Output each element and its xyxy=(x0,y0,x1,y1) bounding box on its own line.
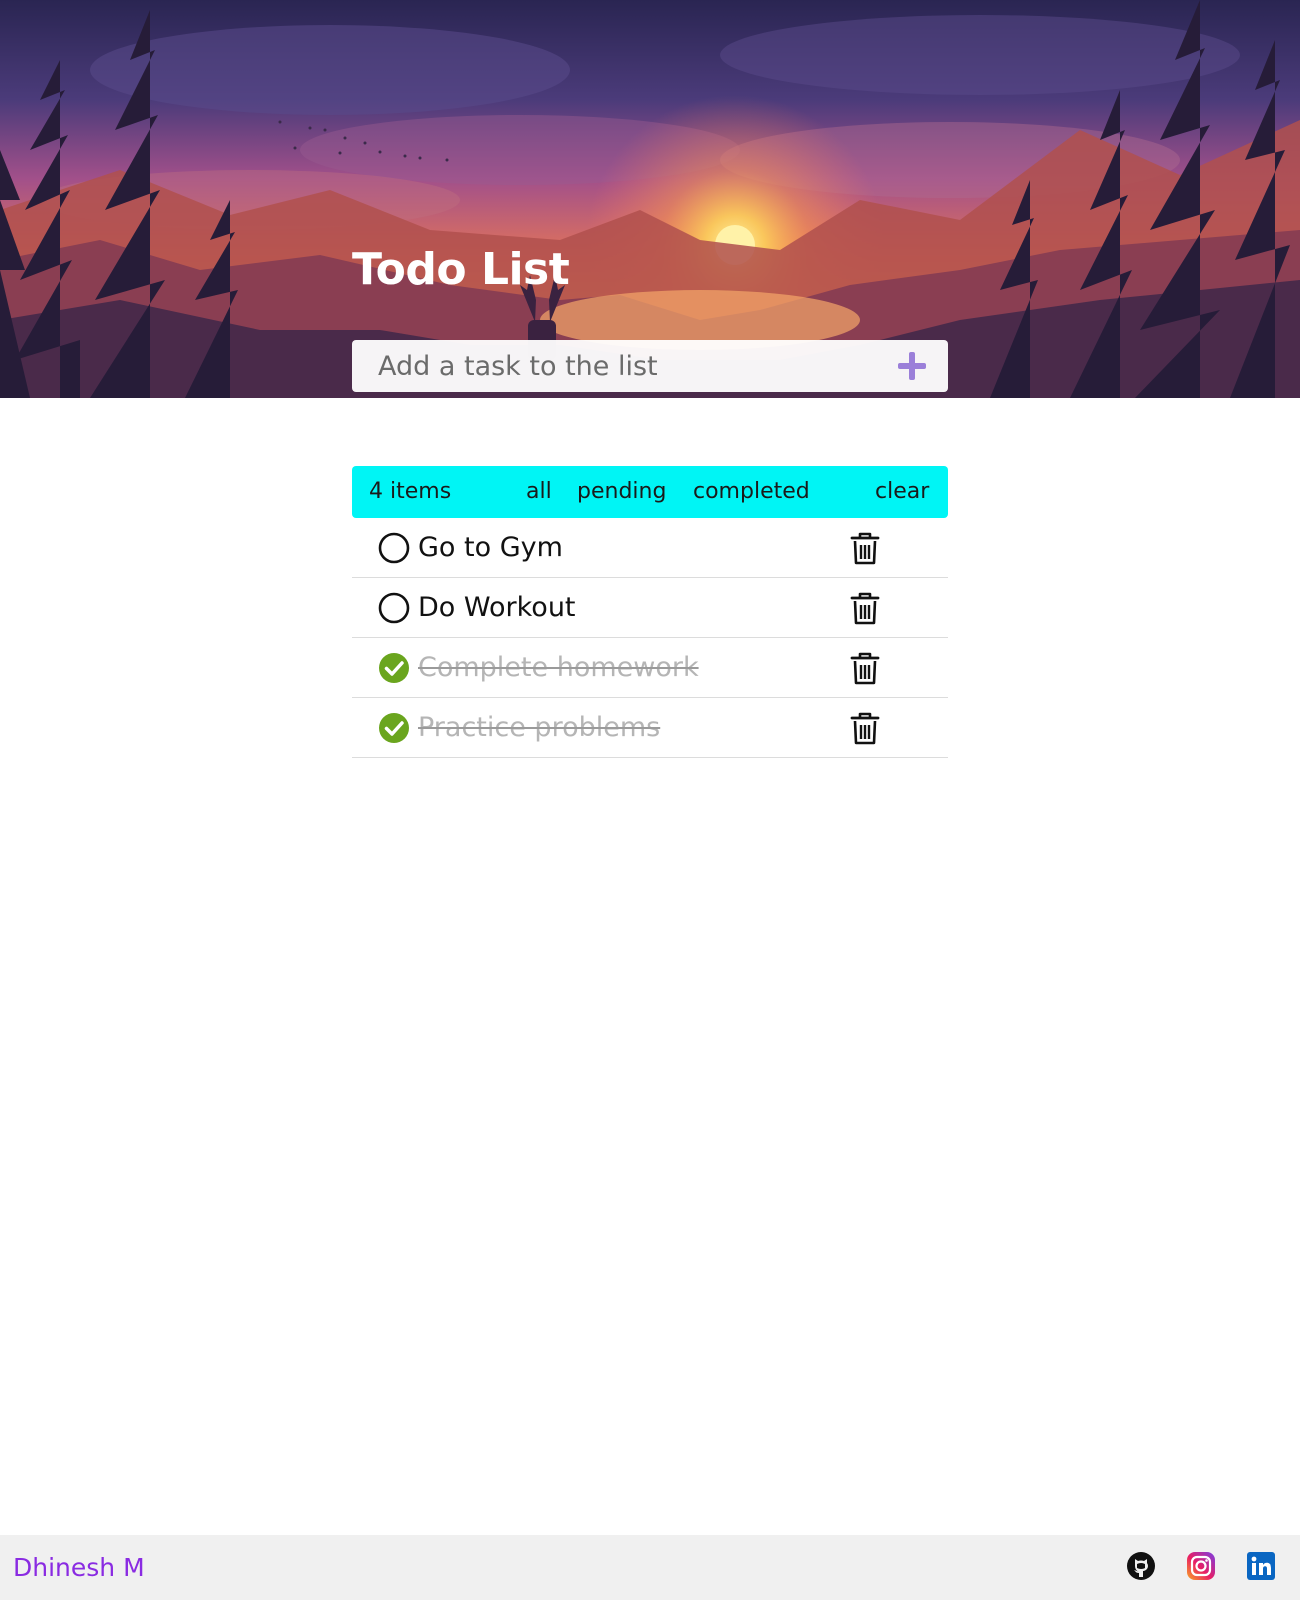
empty-circle-icon xyxy=(378,592,410,624)
add-task-bar xyxy=(352,340,948,392)
task-item: Go to Gym xyxy=(352,518,948,578)
linkedin-link[interactable] xyxy=(1246,1551,1276,1581)
landscape-background xyxy=(0,0,1300,398)
task-text: Do Workout xyxy=(418,592,576,623)
item-count: 4 items xyxy=(369,479,452,504)
filter-pending[interactable]: pending xyxy=(577,466,666,518)
task-checkbox[interactable] xyxy=(378,652,410,684)
add-task-button[interactable] xyxy=(884,340,940,392)
delete-task-button[interactable] xyxy=(850,712,880,745)
instagram-link[interactable] xyxy=(1186,1551,1216,1581)
trash-icon xyxy=(850,712,880,745)
task-item: Complete homework xyxy=(352,638,948,698)
linkedin-icon xyxy=(1247,1552,1275,1580)
filter-completed[interactable]: completed xyxy=(693,466,810,518)
check-circle-icon xyxy=(379,653,409,683)
task-text: Go to Gym xyxy=(418,532,563,563)
instagram-icon xyxy=(1187,1552,1215,1580)
add-task-input[interactable] xyxy=(352,340,852,392)
task-list: Go to Gym Do Workout Complete homework P… xyxy=(352,518,948,758)
check-circle-icon xyxy=(379,713,409,743)
task-text: Complete homework xyxy=(418,652,699,683)
page-title: Todo List xyxy=(352,244,570,295)
footer: Dhinesh M xyxy=(0,1535,1300,1600)
empty-circle-icon xyxy=(378,532,410,564)
trash-icon xyxy=(850,532,880,565)
delete-task-button[interactable] xyxy=(850,592,880,625)
plus-icon xyxy=(898,352,926,380)
trash-icon xyxy=(850,592,880,625)
github-link[interactable] xyxy=(1126,1551,1156,1581)
task-item: Practice problems xyxy=(352,698,948,758)
delete-task-button[interactable] xyxy=(850,652,880,685)
task-checkbox[interactable] xyxy=(378,592,410,624)
github-icon xyxy=(1127,1552,1155,1580)
task-checkbox[interactable] xyxy=(378,532,410,564)
trash-icon xyxy=(850,652,880,685)
task-checkbox[interactable] xyxy=(378,712,410,744)
filter-bar: 4 items all pending completed clear xyxy=(352,466,948,518)
clear-button[interactable]: clear xyxy=(875,466,929,518)
task-text: Practice problems xyxy=(418,712,661,743)
author-name: Dhinesh M xyxy=(13,1553,145,1582)
delete-task-button[interactable] xyxy=(850,532,880,565)
filter-all[interactable]: all xyxy=(526,466,552,518)
task-item: Do Workout xyxy=(352,578,948,638)
hero-banner: Todo List xyxy=(0,0,1300,398)
